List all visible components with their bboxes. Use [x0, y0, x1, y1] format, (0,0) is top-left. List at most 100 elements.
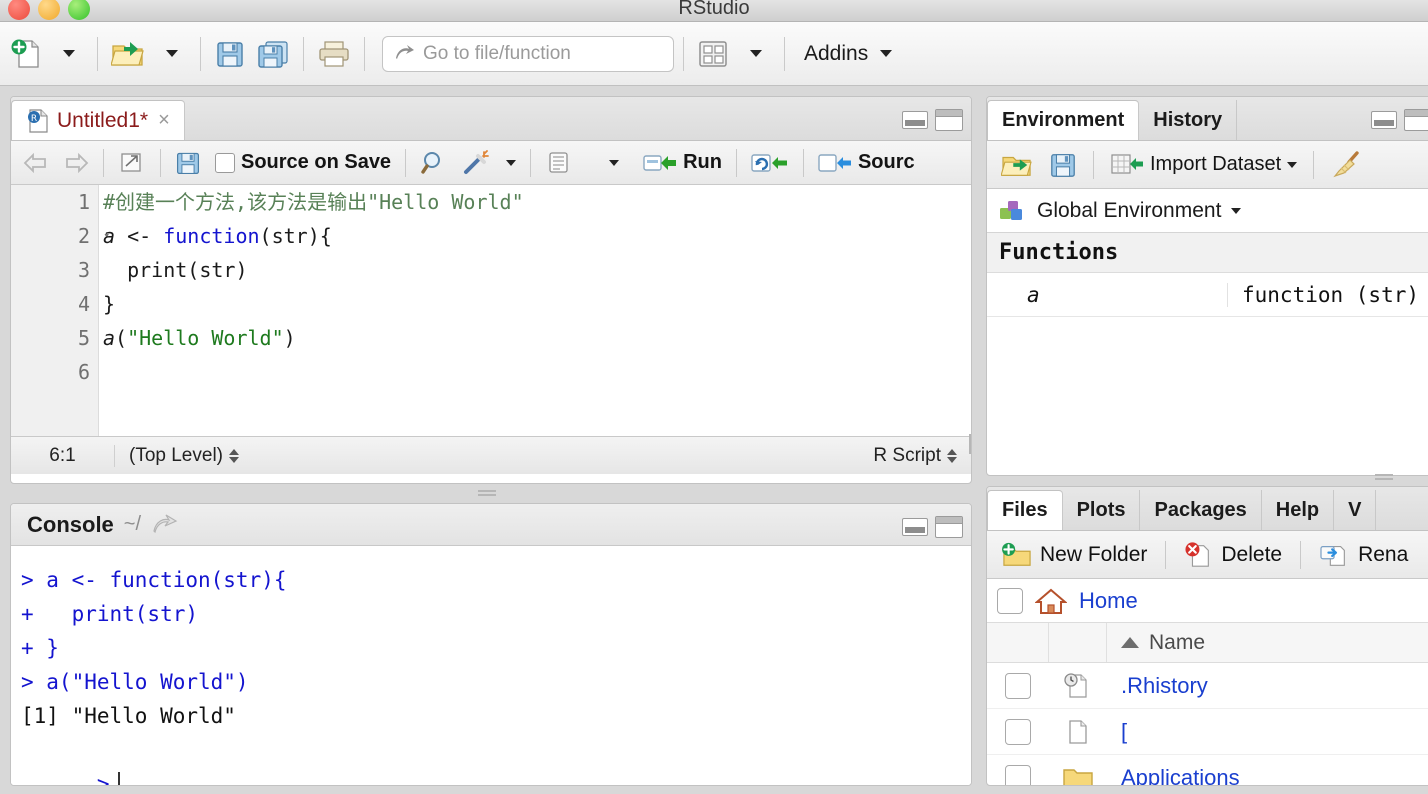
minimize-pane-button[interactable]: [1371, 111, 1397, 129]
code-tools-dropdown[interactable]: [500, 146, 522, 180]
file-row-checkbox[interactable]: [1005, 718, 1031, 745]
find-replace-button[interactable]: [414, 146, 454, 180]
tab-help[interactable]: Help: [1262, 490, 1335, 530]
code-line[interactable]: a <- function(str){: [103, 219, 971, 253]
code-line[interactable]: [103, 355, 971, 389]
files-toolbar: New Folder Delete Rena: [987, 531, 1428, 579]
editor-gutter: 1 2 ▾ 3 4 5 6: [11, 185, 110, 436]
tab-packages[interactable]: Packages: [1140, 490, 1262, 530]
file-row-checkbox[interactable]: [1005, 764, 1031, 785]
code-line[interactable]: print(str): [103, 253, 971, 287]
new-folder-button[interactable]: New Folder: [995, 537, 1153, 573]
r-script-file-icon: R: [28, 108, 48, 133]
compile-dropdown[interactable]: [603, 146, 625, 180]
code-line[interactable]: a("Hello World"): [103, 321, 971, 355]
environment-row[interactable]: a function (str): [987, 273, 1428, 317]
file-row-name[interactable]: .Rhistory: [1107, 673, 1208, 699]
print-button[interactable]: [313, 33, 355, 75]
tab-history[interactable]: History: [1139, 100, 1238, 140]
vertical-splitter-grip[interactable]: [966, 434, 974, 454]
run-button[interactable]: Run: [637, 146, 728, 180]
editor-code-area[interactable]: #创建一个方法,该方法是输出"Hello World" a <- function…: [103, 185, 971, 436]
environment-scope-selector[interactable]: Global Environment: [987, 189, 1428, 233]
file-row[interactable]: [: [987, 709, 1428, 755]
save-icon: [176, 152, 200, 174]
import-dataset-button[interactable]: Import Dataset: [1104, 148, 1303, 182]
file-row-checkbox[interactable]: [1005, 672, 1031, 699]
maximize-pane-button[interactable]: [935, 516, 963, 538]
new-file-button[interactable]: [6, 33, 46, 75]
open-file-dropdown[interactable]: [151, 33, 191, 75]
toolbar-separator: [303, 36, 304, 71]
minimize-pane-button[interactable]: [902, 518, 928, 536]
tab-files[interactable]: Files: [987, 490, 1063, 530]
file-row[interactable]: .Rhistory: [987, 663, 1428, 709]
forward-button[interactable]: [57, 146, 95, 180]
workspace-panes-icon: [699, 40, 727, 67]
save-all-button[interactable]: [252, 33, 294, 75]
compile-report-button[interactable]: [539, 146, 579, 180]
toolbar-separator: [200, 36, 201, 71]
blank-file-icon: [1049, 718, 1107, 746]
delete-button[interactable]: Delete: [1178, 537, 1288, 573]
back-button[interactable]: [17, 146, 55, 180]
minimize-pane-button[interactable]: [902, 111, 928, 129]
source-on-save-toggle[interactable]: Source on Save: [209, 146, 397, 180]
files-col-name[interactable]: Name: [1107, 631, 1205, 655]
rename-button[interactable]: Rena: [1313, 537, 1414, 573]
console-active-prompt[interactable]: >: [21, 733, 961, 785]
code-tools-button[interactable]: [456, 146, 498, 180]
open-file-button[interactable]: [107, 33, 149, 75]
filetype-label: R Script: [873, 444, 941, 466]
file-row[interactable]: Applications: [987, 755, 1428, 786]
source-tabstrip: R Untitled1* ×: [11, 97, 971, 141]
save-source-button[interactable]: [169, 146, 207, 180]
text-cursor: [117, 772, 120, 785]
files-col-name-label: Name: [1149, 630, 1206, 654]
files-path-label[interactable]: Home: [1079, 588, 1138, 614]
filetype-selector[interactable]: R Script: [873, 445, 971, 467]
code-line[interactable]: #创建一个方法,该方法是输出"Hello World": [103, 185, 971, 219]
popout-source-button[interactable]: [112, 146, 152, 180]
horizontal-splitter-grip[interactable]: [478, 488, 496, 498]
toolbar-separator: [1300, 540, 1302, 569]
console-output[interactable]: > #创建一个方法,该方法是输出"Hello Wor > a <- functi…: [11, 546, 971, 785]
new-file-dropdown[interactable]: [48, 33, 88, 75]
scope-selector[interactable]: (Top Level): [115, 445, 873, 467]
file-row-name[interactable]: [: [1107, 719, 1127, 745]
workspace-panes-dropdown[interactable]: [735, 33, 775, 75]
environment-splitter-grip[interactable]: [1375, 472, 1393, 482]
tab-label: Help: [1275, 498, 1320, 521]
maximize-pane-button[interactable]: [1404, 109, 1428, 131]
addins-button[interactable]: Addins: [794, 42, 902, 66]
source-run-icon: [818, 153, 851, 172]
run-label: Run: [683, 151, 722, 173]
tab-label: Plots: [1076, 498, 1126, 521]
rerun-button[interactable]: [745, 146, 795, 180]
maximize-pane-button[interactable]: [935, 109, 963, 131]
source-on-save-checkbox[interactable]: [215, 152, 235, 173]
workspace-panes-button[interactable]: [693, 33, 733, 75]
run-icon: [643, 154, 677, 171]
code-token: (: [115, 326, 128, 350]
load-workspace-button[interactable]: [995, 148, 1039, 182]
source-tab-untitled1[interactable]: R Untitled1* ×: [11, 100, 185, 140]
file-row-name[interactable]: Applications: [1107, 765, 1240, 786]
save-workspace-button[interactable]: [1043, 148, 1083, 182]
show-in-new-window-icon[interactable]: [151, 513, 179, 536]
tab-plots[interactable]: Plots: [1063, 490, 1141, 530]
code-editor[interactable]: 1 2 ▾ 3 4 5 6 #创建一个方法,该方法是输出"Hello World" a <- …: [11, 185, 971, 436]
close-icon[interactable]: ×: [158, 109, 170, 132]
clear-workspace-button[interactable]: [1324, 148, 1370, 182]
tab-environment[interactable]: Environment: [987, 100, 1140, 140]
files-col-check: [987, 623, 1049, 662]
tab-v[interactable]: V: [1334, 490, 1377, 530]
code-line[interactable]: }: [103, 287, 971, 321]
scope-label: (Top Level): [129, 444, 223, 466]
files-column-header: Name: [987, 623, 1428, 663]
source-button[interactable]: Sourc: [812, 146, 921, 180]
goto-file-function-field[interactable]: Go to file/function: [382, 35, 674, 72]
save-button[interactable]: [210, 33, 250, 75]
select-all-checkbox[interactable]: [997, 587, 1023, 614]
file-row-checkbox-cell: [987, 718, 1049, 745]
